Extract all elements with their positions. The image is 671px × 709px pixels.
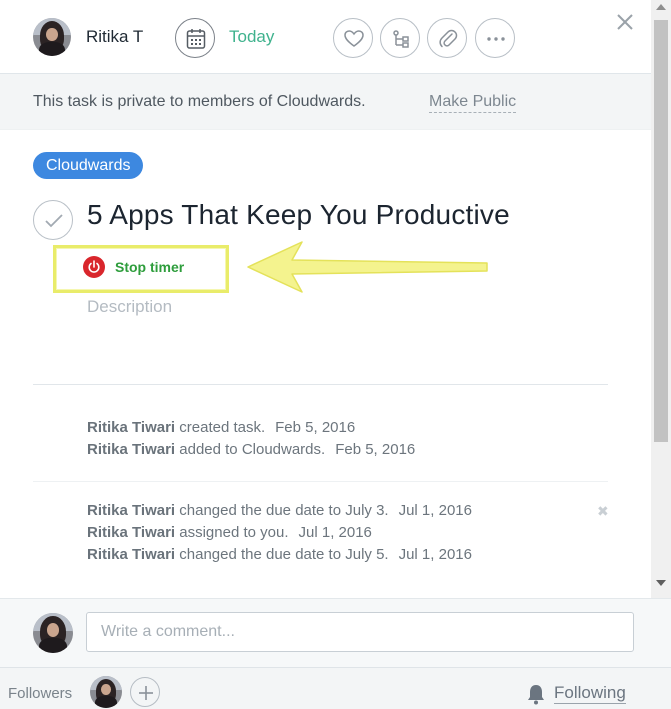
divider — [33, 384, 608, 385]
privacy-text: This task is private to members of Cloud… — [33, 93, 366, 110]
close-icon — [617, 14, 633, 30]
user-avatar — [33, 613, 73, 653]
divider — [33, 481, 608, 482]
privacy-banner: This task is private to members of Cloud… — [0, 74, 651, 130]
scroll-up-icon[interactable] — [656, 4, 666, 10]
activity-story: Ritika Tiwari changed the due date to Ju… — [87, 546, 472, 563]
close-button[interactable] — [613, 10, 637, 34]
like-button[interactable] — [333, 18, 373, 58]
activity-story: Ritika Tiwari changed the due date to Ju… — [87, 502, 472, 519]
heart-icon — [344, 30, 364, 47]
activity-story: Ritika Tiwari assigned to you. Jul 1, 201… — [87, 524, 372, 541]
bell-icon — [528, 685, 544, 705]
attach-button[interactable] — [427, 18, 467, 58]
assignee-name[interactable]: Ritika T — [86, 27, 143, 47]
task-title[interactable]: 5 Apps That Keep You Productive — [87, 199, 510, 231]
annotation-arrow — [247, 241, 488, 293]
paperclip-icon — [439, 29, 458, 48]
checkmark-icon — [45, 214, 63, 228]
more-button[interactable] — [475, 18, 515, 58]
subtask-button[interactable] — [380, 18, 420, 58]
followers-bar: Followers Following — [0, 667, 671, 709]
comment-composer — [0, 598, 671, 667]
scroll-thumb[interactable] — [654, 20, 668, 442]
comment-input[interactable] — [86, 612, 634, 652]
make-public-link[interactable]: Make Public — [429, 93, 517, 113]
task-header: Ritika T Today — [0, 0, 651, 74]
timer-highlight: Stop timer — [53, 245, 229, 293]
activity-story: Ritika Tiwari added to Cloudwards. Feb 5,… — [87, 441, 416, 458]
more-icon — [487, 37, 505, 41]
plus-icon — [139, 686, 153, 700]
followers-label: Followers — [8, 685, 73, 702]
stop-timer-label: Stop timer — [115, 259, 185, 275]
subtask-icon — [393, 30, 409, 48]
assignee-avatar[interactable] — [33, 18, 71, 56]
remove-story-icon[interactable]: ✖ — [597, 503, 609, 520]
follower-avatar[interactable] — [90, 676, 122, 708]
following-label: Following — [554, 683, 626, 704]
activity-story: Ritika Tiwari created task. Feb 5, 2016 — [87, 419, 356, 436]
scrollbar[interactable] — [651, 0, 671, 598]
scroll-down-icon[interactable] — [656, 580, 666, 586]
calendar-icon[interactable] — [175, 18, 215, 58]
description-field[interactable]: Description — [87, 297, 172, 317]
complete-task-button[interactable] — [33, 200, 73, 240]
power-icon — [83, 256, 105, 278]
project-tag[interactable]: Cloudwards — [33, 152, 144, 179]
due-date-label[interactable]: Today — [229, 27, 274, 47]
add-follower-button[interactable] — [130, 677, 160, 707]
